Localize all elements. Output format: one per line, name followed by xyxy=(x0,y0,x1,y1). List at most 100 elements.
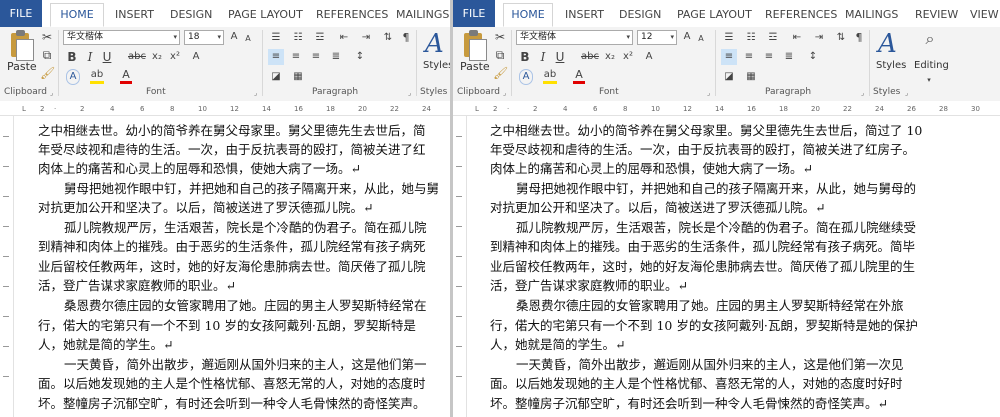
numbering-icon[interactable]: ☷ xyxy=(290,30,306,46)
copy-icon[interactable]: ⧉ xyxy=(40,47,54,63)
multilevel-list-icon[interactable]: ☲ xyxy=(312,30,328,46)
clipboard-launcher-icon[interactable]: ⌟ xyxy=(50,89,53,97)
cut-icon[interactable]: ✂ xyxy=(493,29,507,45)
sort-icon[interactable]: ⇅ xyxy=(380,30,396,46)
underline-icon[interactable]: U xyxy=(101,49,113,65)
italic-icon[interactable]: I xyxy=(84,49,96,65)
sort-icon[interactable]: ⇅ xyxy=(833,30,849,46)
format-painter-icon[interactable]: 🖌 xyxy=(493,65,508,81)
tab-view[interactable]: VIEW xyxy=(970,5,999,25)
clear-format-icon[interactable]: A xyxy=(190,49,202,65)
tab-home[interactable]: HOME xyxy=(50,3,104,27)
italic-icon[interactable]: I xyxy=(537,49,549,65)
tab-file[interactable]: FILE xyxy=(453,0,495,27)
bold-icon[interactable]: B xyxy=(66,49,78,65)
tab-page-layout[interactable]: PAGE LAYOUT xyxy=(228,5,303,25)
clipboard-launcher-icon[interactable]: ⌟ xyxy=(503,89,506,97)
tab-references[interactable]: REFERENCES xyxy=(316,5,388,25)
grow-font-icon[interactable]: A xyxy=(228,29,240,45)
paste-button[interactable]: Paste xyxy=(7,60,37,73)
document-page[interactable]: 之中相继去世。幼小的简爷养在舅父母家里。舅父里德先生去世后，简过了 10 年受尽… xyxy=(467,117,1000,417)
subscript-icon[interactable]: x₂ xyxy=(150,49,164,65)
shrink-font-icon[interactable]: A xyxy=(695,31,707,47)
paragraph-launcher-icon[interactable]: ⌟ xyxy=(408,89,411,97)
tab-file[interactable]: FILE xyxy=(0,0,42,27)
align-left-icon[interactable]: ≡ xyxy=(721,49,737,65)
text-effects-icon[interactable]: A xyxy=(66,69,80,85)
clear-format-icon[interactable]: A xyxy=(643,49,655,65)
font-size-combo[interactable]: 12 ▾ xyxy=(637,30,677,45)
tab-mailings[interactable]: MAILINGS xyxy=(845,5,898,25)
paste-button[interactable]: Paste xyxy=(460,60,490,73)
superscript-icon[interactable]: x² xyxy=(621,49,635,65)
styles-button[interactable]: Styles xyxy=(423,60,450,71)
line-spacing-icon[interactable]: ↕ xyxy=(805,49,821,65)
editing-button[interactable]: Editing xyxy=(914,60,949,71)
tab-home[interactable]: HOME xyxy=(503,3,553,27)
underline-icon[interactable]: U xyxy=(554,49,566,65)
superscript-icon[interactable]: x² xyxy=(168,49,182,65)
show-marks-icon[interactable]: ¶ xyxy=(851,30,867,46)
font-launcher-icon[interactable]: ⌟ xyxy=(254,89,257,97)
multilevel-list-icon[interactable]: ☲ xyxy=(765,30,781,46)
bullets-icon[interactable]: ☰ xyxy=(721,30,737,46)
tab-insert[interactable]: INSERT xyxy=(115,5,154,25)
styles-icon[interactable]: A xyxy=(425,29,444,59)
strikethrough-icon[interactable]: abc xyxy=(128,49,146,65)
tab-mailings[interactable]: MAILINGS xyxy=(396,5,449,25)
font-color-icon[interactable]: A xyxy=(573,69,585,84)
shading-icon[interactable]: ◪ xyxy=(721,69,737,85)
text-effects-icon[interactable]: A xyxy=(519,69,533,85)
strikethrough-icon[interactable]: abc xyxy=(581,49,599,65)
copy-icon[interactable]: ⧉ xyxy=(493,47,507,63)
line-spacing-icon[interactable]: ↕ xyxy=(352,49,368,65)
font-name-combo[interactable]: 华文楷体 ▾ xyxy=(516,30,633,45)
cut-icon[interactable]: ✂ xyxy=(40,29,54,45)
grow-font-icon[interactable]: A xyxy=(681,29,693,45)
tab-references[interactable]: REFERENCES xyxy=(765,5,837,25)
align-left-icon[interactable]: ≡ xyxy=(268,49,284,65)
tab-design[interactable]: DESIGN xyxy=(619,5,661,25)
binoculars-icon[interactable]: ⌕ xyxy=(919,31,941,47)
borders-icon[interactable]: ▦ xyxy=(743,69,759,85)
bold-icon[interactable]: B xyxy=(519,49,531,65)
highlight-icon[interactable]: ab xyxy=(90,69,104,84)
show-marks-icon[interactable]: ¶ xyxy=(398,30,414,46)
font-launcher-icon[interactable]: ⌟ xyxy=(707,89,710,97)
shrink-font-icon[interactable]: A xyxy=(242,31,254,47)
borders-icon[interactable]: ▦ xyxy=(290,69,306,85)
align-right-icon[interactable]: ≡ xyxy=(308,49,324,65)
font-size-combo[interactable]: 18 ▾ xyxy=(184,30,224,45)
styles-launcher-icon[interactable]: ⌟ xyxy=(905,89,908,97)
bullets-icon[interactable]: ☰ xyxy=(268,30,284,46)
increase-indent-icon[interactable]: ⇥ xyxy=(358,30,374,46)
tab-design[interactable]: DESIGN xyxy=(170,5,212,25)
format-painter-icon[interactable]: 🖌 xyxy=(40,65,55,81)
styles-button[interactable]: Styles xyxy=(876,60,906,71)
shading-icon[interactable]: ◪ xyxy=(268,69,284,85)
vertical-ruler[interactable] xyxy=(453,116,467,417)
align-right-icon[interactable]: ≡ xyxy=(761,49,777,65)
document-page[interactable]: 之中相继去世。幼小的简爷养在舅父母家里。舅父里德先生去世后，简 年受尽歧视和虐待… xyxy=(14,117,450,417)
justify-icon[interactable]: ≣ xyxy=(781,49,797,65)
vertical-ruler[interactable] xyxy=(0,116,14,417)
paragraph-launcher-icon[interactable]: ⌟ xyxy=(861,89,864,97)
font-name-combo[interactable]: 华文楷体 ▾ xyxy=(63,30,180,45)
horizontal-ruler[interactable]: L 2 · 24 68 10 12 14 16 18 20 22 24 26 28 30 xyxy=(453,101,1000,116)
paste-icon[interactable] xyxy=(8,30,34,61)
chevron-down-icon[interactable]: ▾ xyxy=(923,72,935,88)
numbering-icon[interactable]: ☷ xyxy=(743,30,759,46)
highlight-icon[interactable]: ab xyxy=(543,69,557,84)
horizontal-ruler[interactable]: L 2 · 24 68 10 12 14 16 18 20 22 24 xyxy=(0,101,450,116)
align-center-icon[interactable]: ≡ xyxy=(741,49,757,65)
increase-indent-icon[interactable]: ⇥ xyxy=(811,30,827,46)
font-color-icon[interactable]: A xyxy=(120,69,132,84)
justify-icon[interactable]: ≣ xyxy=(328,49,344,65)
paste-icon[interactable] xyxy=(461,30,487,61)
tab-insert[interactable]: INSERT xyxy=(565,5,604,25)
tab-page-layout[interactable]: PAGE LAYOUT xyxy=(677,5,752,25)
subscript-icon[interactable]: x₂ xyxy=(603,49,617,65)
decrease-indent-icon[interactable]: ⇤ xyxy=(336,30,352,46)
decrease-indent-icon[interactable]: ⇤ xyxy=(789,30,805,46)
align-center-icon[interactable]: ≡ xyxy=(288,49,304,65)
